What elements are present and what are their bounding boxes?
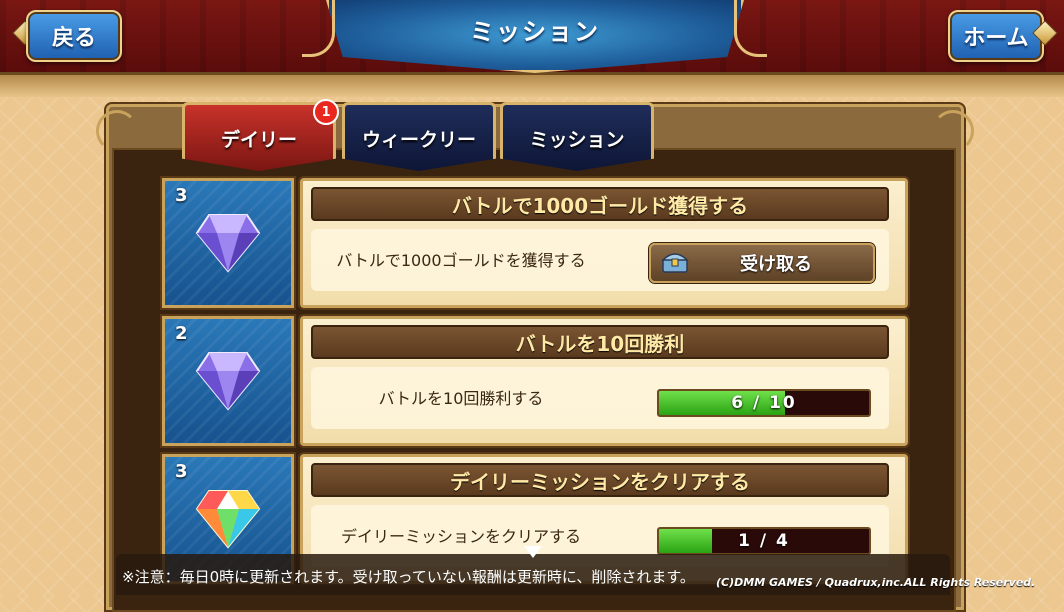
page-title: ミッション	[470, 18, 600, 46]
top-bar-border	[0, 72, 1064, 97]
tab-weekly-label: ウィークリー	[361, 128, 476, 151]
reward-icon-box: 2	[162, 316, 294, 446]
home-button[interactable]: ホーム	[948, 10, 1044, 62]
mission-progress-bar: 6 / 10	[657, 389, 871, 417]
mission-description: デイリーミッションをクリアする	[340, 527, 581, 546]
progress-text: 6 / 10	[731, 393, 797, 413]
purple-gem-icon	[195, 352, 261, 411]
panel-right-corner-ornament-icon	[932, 110, 974, 152]
mission-progress-bar: 1 / 4	[657, 527, 871, 555]
reward-count: 3	[175, 185, 188, 206]
back-button[interactable]: 戻る	[26, 10, 122, 62]
mission-description: バトルで1000ゴールドを獲得する	[336, 251, 586, 270]
notification-badge: 1	[313, 99, 339, 125]
claim-reward-button[interactable]: 受け取る	[649, 243, 875, 283]
title-right-ornament-icon	[734, 0, 767, 57]
tab-daily-label: デイリー	[220, 128, 297, 151]
reward-count: 3	[175, 461, 188, 482]
rainbow-gem-icon	[195, 490, 261, 549]
notice-text: ※注意：毎日0時に更新されます。受け取っていない報酬は更新時に、削除されます。	[122, 568, 695, 586]
mission-card: バトルで1000ゴールド獲得する バトルで1000ゴールドを獲得する 受け取る	[300, 178, 908, 308]
mission-title: デイリーミッションをクリアする	[311, 463, 889, 497]
mission-body: バトルで1000ゴールドを獲得する 受け取る	[311, 229, 889, 291]
mission-body: バトルを10回勝利する 6 / 10	[311, 367, 889, 429]
mission-card: バトルを10回勝利 バトルを10回勝利する 6 / 10	[300, 316, 908, 446]
scroll-down-icon[interactable]	[524, 546, 542, 558]
tab-mission-label: ミッション	[529, 128, 625, 151]
progress-text: 1 / 4	[738, 531, 790, 551]
treasure-chest-icon	[661, 253, 689, 273]
copyright-text: (C)DMM GAMES / Quadrux,inc.ALL Rights Re…	[716, 576, 1036, 589]
mission-row: 3 バトルで1000ゴールド獲得する バトルで1000ゴールドを獲得する 受け取…	[162, 178, 908, 308]
reward-icon-box: 3	[162, 178, 294, 308]
tab-weekly[interactable]: ウィークリー	[342, 102, 496, 171]
tab-mission[interactable]: ミッション	[500, 102, 654, 171]
reward-count: 2	[175, 323, 188, 344]
purple-gem-icon	[195, 214, 261, 273]
mission-title: バトルを10回勝利	[311, 325, 889, 359]
claim-reward-label: 受け取る	[740, 254, 812, 275]
mission-row: 2 バトルを10回勝利 バトルを10回勝利する 6 / 10	[162, 316, 908, 446]
mission-description: バトルを10回勝利する	[378, 389, 544, 408]
panel-left-corner-ornament-icon	[96, 110, 138, 152]
mission-title: バトルで1000ゴールド獲得する	[311, 187, 889, 221]
